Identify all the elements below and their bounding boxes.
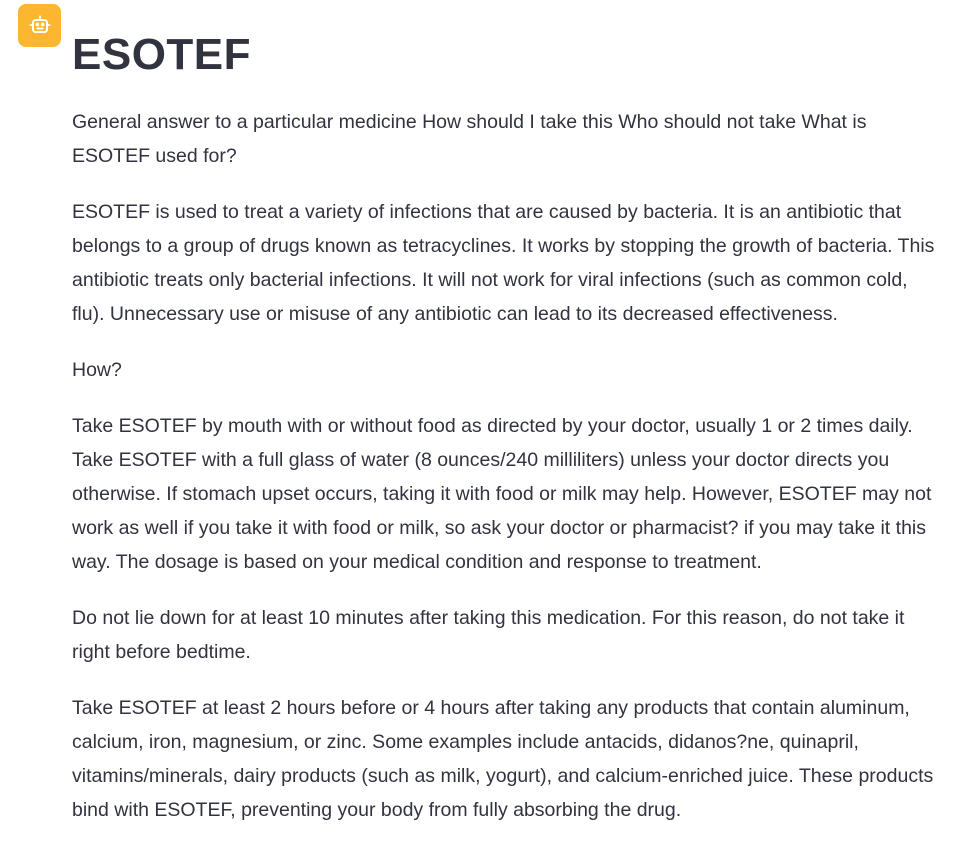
message-paragraph-intro: General answer to a particular medicine … (72, 111, 867, 167)
assistant-avatar (18, 4, 61, 47)
robot-icon (28, 14, 52, 38)
message-paragraph-dosage: Take ESOTEF by mouth with or without foo… (72, 415, 932, 573)
message-paragraph-usage: ESOTEF is used to treat a variety of inf… (72, 201, 935, 325)
assistant-message: ESOTEF General answer to a particular me… (72, 0, 942, 827)
message-paragraph-how-heading: How? (72, 359, 122, 381)
message-paragraph-interactions: Take ESOTEF at least 2 hours before or 4… (72, 697, 934, 821)
message-paragraph-lie-down: Do not lie down for at least 10 minutes … (72, 607, 905, 663)
message-title: ESOTEF (72, 30, 252, 79)
